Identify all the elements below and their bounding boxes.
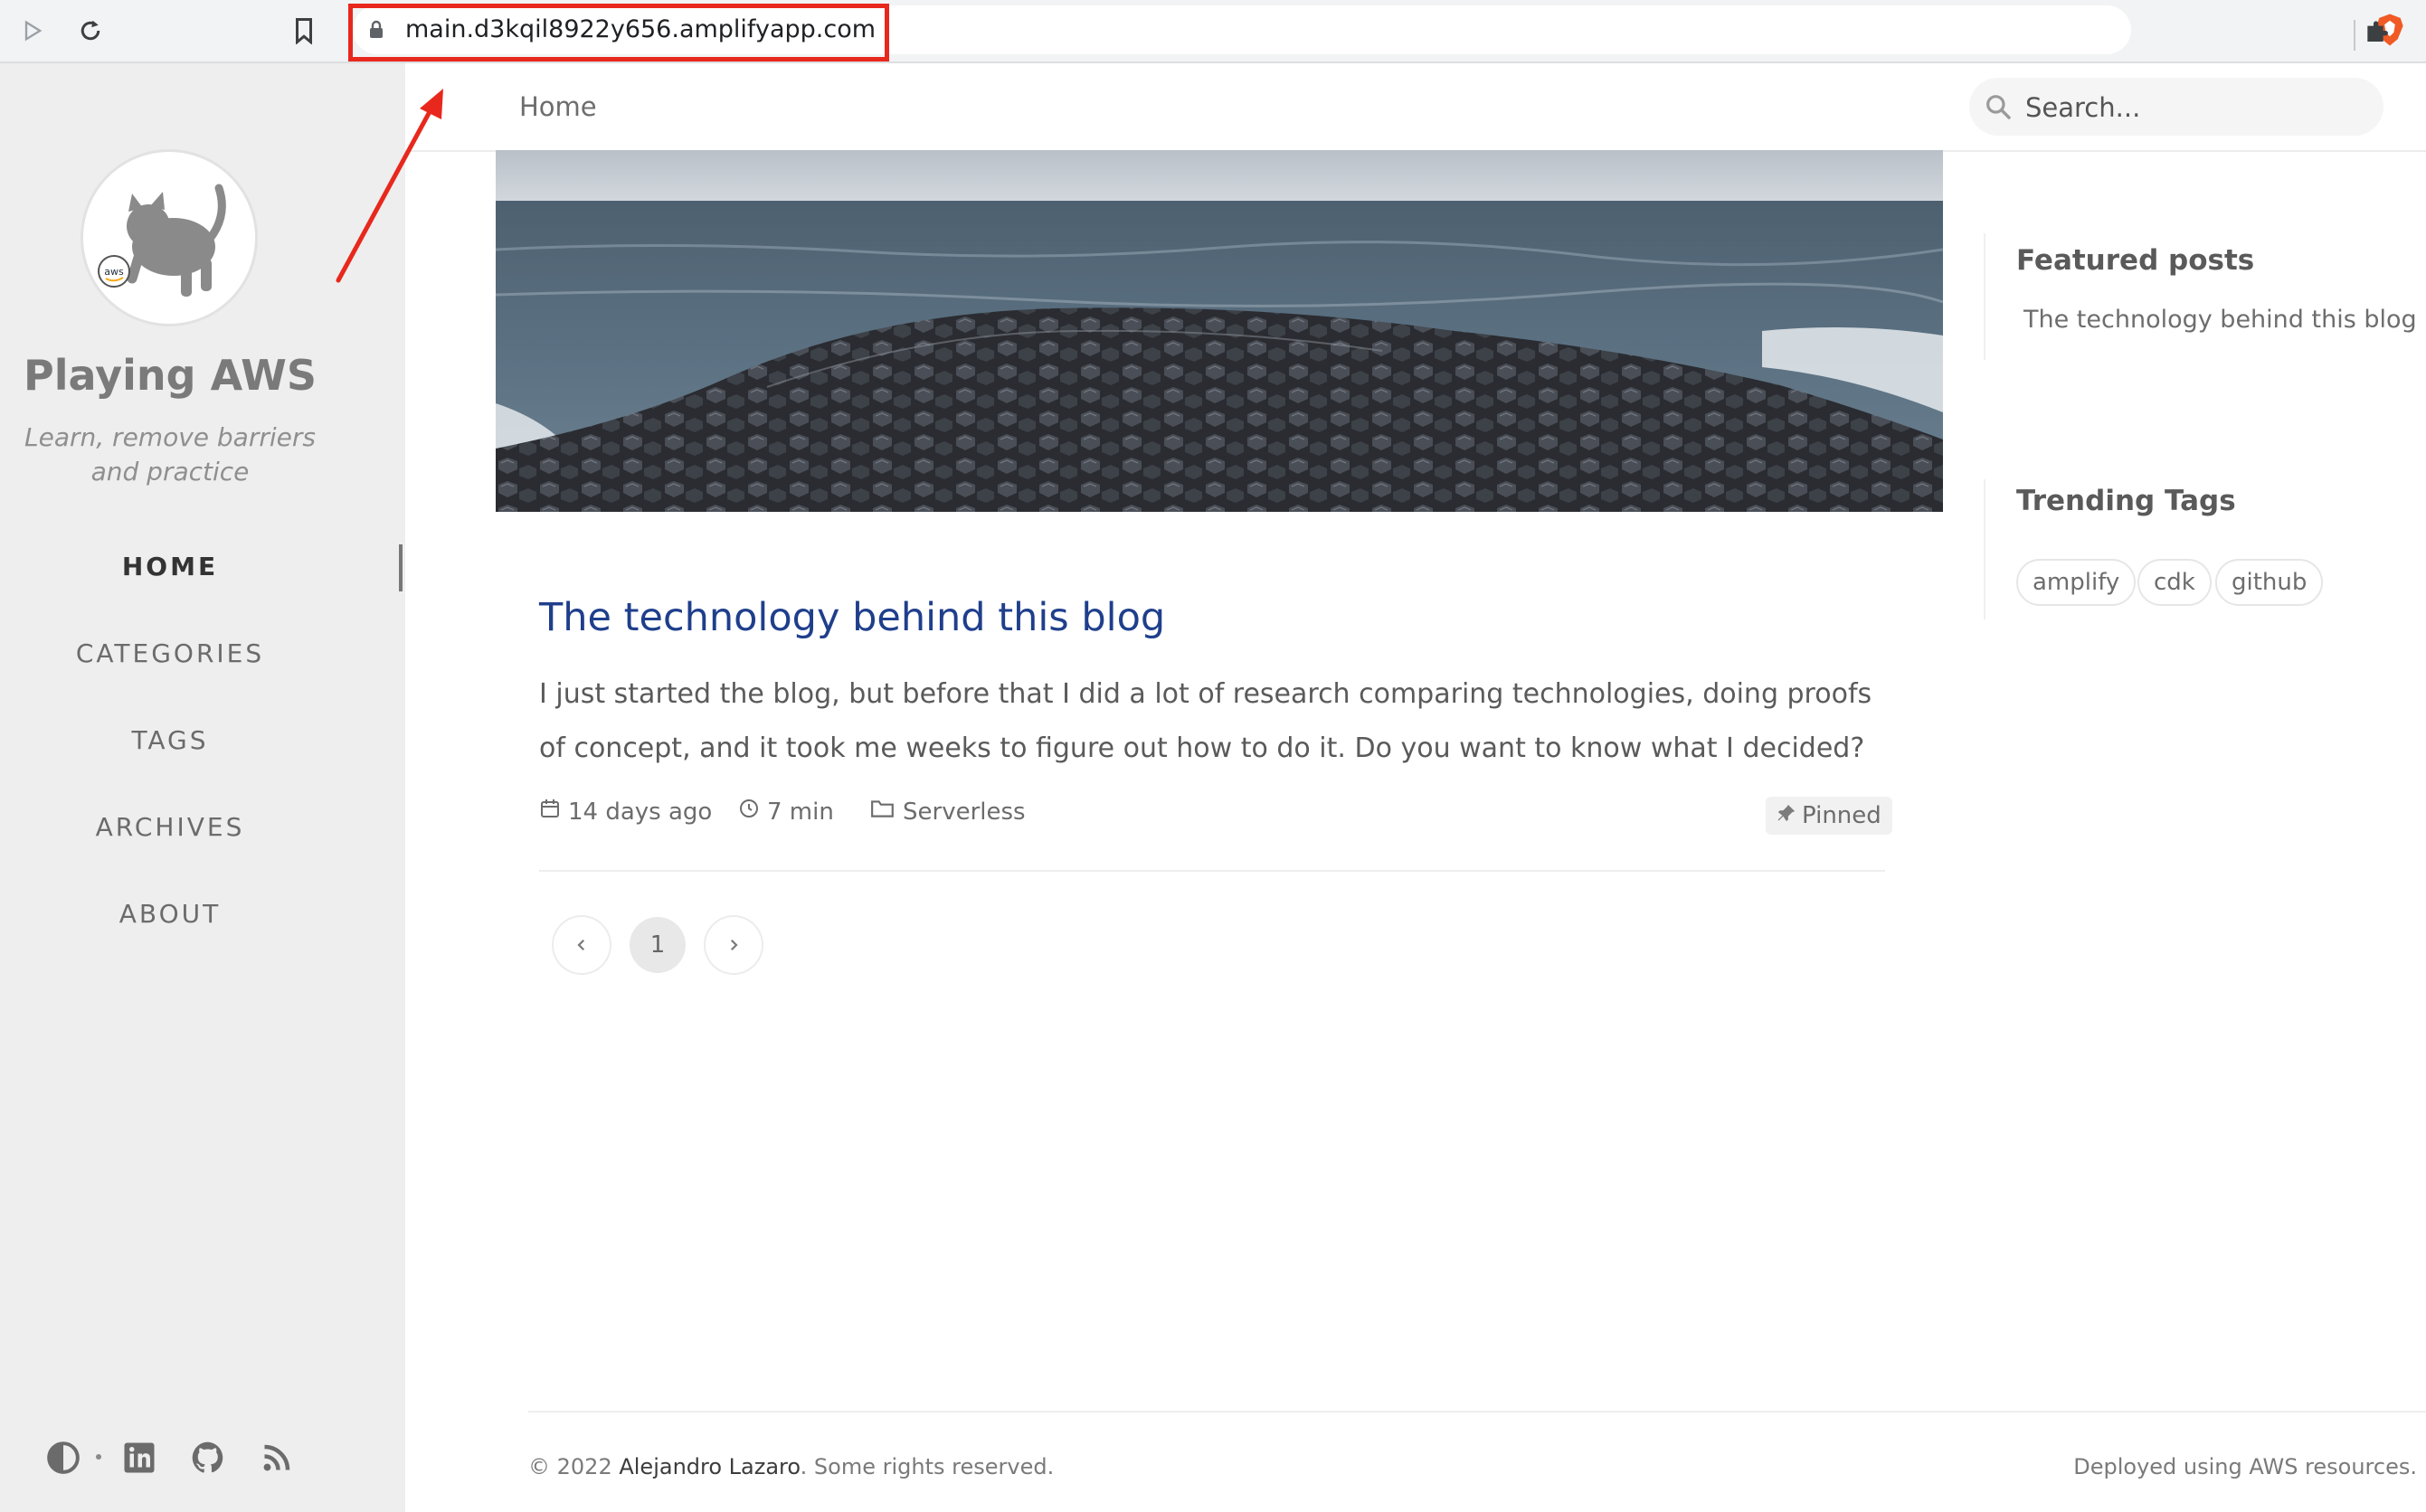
pagination-page-1[interactable]: 1	[630, 917, 686, 973]
post-read-time: 7 min	[738, 798, 834, 826]
chevron-right-icon	[730, 939, 738, 951]
chevron-left-icon	[577, 939, 585, 951]
search-box	[1969, 78, 2383, 137]
copyright-prefix: © 2022	[528, 1454, 620, 1479]
avatar-badge-text: aws	[104, 266, 124, 278]
post-date: 14 days ago	[539, 798, 712, 826]
separator-dot	[96, 1454, 101, 1460]
nav-item-tags[interactable]: TAGS	[0, 725, 340, 755]
post-preview-image[interactable]	[495, 150, 1944, 512]
search-icon	[1984, 92, 2013, 125]
tag-github[interactable]: github	[2215, 559, 2324, 606]
post-divider	[539, 870, 1885, 872]
footer-divider	[528, 1411, 2426, 1413]
pagination-prev-button[interactable]	[554, 917, 610, 973]
pinned-text: Pinned	[1802, 802, 1881, 829]
featured-posts-panel: Featured posts The technology behind thi…	[1984, 233, 2417, 360]
extensions-icon[interactable]	[2357, 11, 2397, 51]
post-category-text[interactable]: Serverless	[903, 799, 1026, 826]
pin-icon	[1777, 802, 1796, 829]
clock-icon	[738, 798, 760, 826]
theme-toggle-icon[interactable]	[43, 1438, 83, 1478]
pinned-badge: Pinned	[1766, 797, 1892, 835]
nav-item-about[interactable]: ABOUT	[0, 899, 340, 929]
post-date-text: 14 days ago	[568, 798, 713, 826]
nav-item-archives[interactable]: ARCHIVES	[0, 812, 340, 842]
reload-icon[interactable]	[71, 11, 110, 51]
site-title[interactable]: Playing AWS	[0, 351, 340, 400]
topbar: Home	[405, 63, 2426, 152]
annotation-arrow	[336, 89, 443, 283]
cat-logo-icon: aws	[98, 184, 226, 297]
calendar-icon	[539, 798, 561, 826]
post-excerpt: I just started the blog, but before that…	[539, 678, 1872, 764]
folder-icon	[870, 798, 896, 826]
post-category[interactable]: Serverless	[870, 798, 1026, 826]
footer-deploy-note: Deployed using AWS resources.	[2073, 1454, 2417, 1479]
rss-icon[interactable]	[257, 1438, 297, 1478]
footer-author-link[interactable]: Alejandro Lazaro	[619, 1454, 800, 1479]
nav-active-indicator	[399, 544, 403, 591]
play-icon[interactable]	[13, 11, 52, 51]
copyright-suffix: . Some rights reserved.	[800, 1454, 1055, 1479]
trending-tags-panel: Trending Tags amplify cdk github	[1984, 479, 2324, 619]
pagination-next-button[interactable]	[706, 917, 762, 973]
sidebar-bottom-links	[43, 1438, 315, 1481]
linkedin-icon[interactable]	[119, 1438, 159, 1478]
nav-item-home[interactable]: HOME	[0, 552, 340, 581]
bookmark-icon[interactable]	[284, 11, 324, 51]
avatar[interactable]: aws	[83, 152, 255, 324]
tag-amplify[interactable]: amplify	[2016, 559, 2137, 606]
featured-post-link[interactable]: The technology behind this blog	[2023, 306, 2417, 334]
github-icon[interactable]	[188, 1438, 228, 1478]
address-divider	[2354, 20, 2355, 51]
url-highlight-box	[348, 4, 889, 61]
featured-posts-heading: Featured posts	[2016, 244, 2255, 277]
tag-cdk[interactable]: cdk	[2137, 559, 2212, 606]
search-input[interactable]	[2023, 78, 2371, 137]
breadcrumb: Home	[519, 91, 597, 122]
nav-item-categories[interactable]: CATEGORIES	[0, 638, 340, 668]
site-subtitle: Learn, remove barriers and practice	[24, 422, 316, 487]
post-read-time-text: 7 min	[767, 798, 834, 826]
footer-copyright: © 2022 Alejandro Lazaro. Some rights res…	[528, 1454, 1054, 1479]
trending-tags-heading: Trending Tags	[2016, 485, 2236, 517]
post-title-link[interactable]: The technology behind this blog	[539, 595, 1165, 640]
